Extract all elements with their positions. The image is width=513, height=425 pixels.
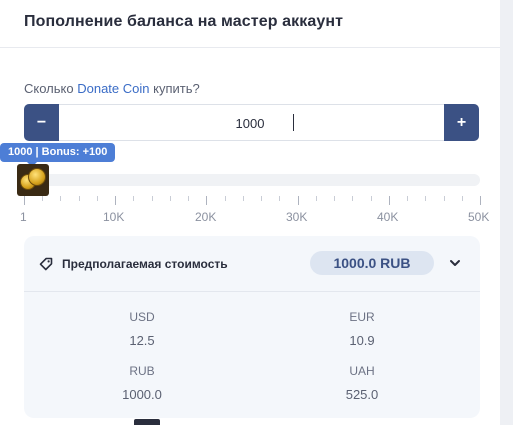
currency-usd: USD 12.5 (67, 310, 217, 348)
slider-minor-tick (334, 196, 335, 201)
cost-label: Предполагаемая стоимость (62, 257, 228, 271)
slider-minor-tick (352, 196, 353, 201)
slider-major-tick (389, 196, 390, 205)
slider-thumb[interactable] (17, 164, 49, 196)
slider-minor-tick (133, 196, 134, 201)
slider-major-tick (480, 196, 481, 205)
slider-minor-tick (97, 196, 98, 201)
slider-minor-tick (225, 196, 226, 201)
slider-minor-tick (407, 196, 408, 201)
slider-major-tick (24, 196, 25, 205)
slider-minor-tick (188, 196, 189, 201)
text-caret (293, 114, 294, 131)
slider-track[interactable] (24, 174, 480, 186)
scrollbar[interactable] (500, 0, 513, 425)
slider-minor-tick (60, 196, 61, 201)
currency-value: 1000.0 (122, 387, 162, 402)
cost-header[interactable]: Предполагаемая стоимость 1000.0 RUB (24, 236, 480, 292)
currency-rub: RUB 1000.0 (67, 364, 217, 402)
panel-header: Пополнение баланса на мастер аккаунт (0, 0, 500, 48)
currency-code: UAH (349, 364, 375, 378)
slider-minor-tick (316, 196, 317, 201)
scale-label: 30K (286, 210, 308, 224)
slider-minor-tick (444, 196, 445, 201)
slider-minor-tick (279, 196, 280, 201)
slider-minor-tick (243, 196, 244, 201)
topup-panel: Пополнение баланса на мастер аккаунт Ско… (0, 0, 500, 425)
slider-ticks (24, 196, 481, 208)
quantity-input[interactable] (65, 111, 435, 135)
scale-label: 40K (377, 210, 399, 224)
slider-major-tick (115, 196, 116, 205)
bonus-tooltip: 1000 | Bonus: +100 (0, 143, 116, 167)
slider-minor-tick (462, 196, 463, 201)
slider-minor-tick (42, 196, 43, 201)
question-suffix: купить? (153, 81, 200, 96)
page-title: Пополнение баланса на мастер аккаунт (24, 13, 344, 30)
scale-label: 10K (103, 210, 125, 224)
slider-minor-tick (170, 196, 171, 201)
quantity-stepper: − + (24, 104, 479, 141)
price-badge: 1000.0 RUB (310, 251, 434, 275)
tag-icon (39, 257, 53, 271)
gold-coin-icon (28, 168, 46, 186)
currency-code: USD (129, 310, 155, 324)
chevron-down-icon[interactable] (448, 256, 462, 270)
currency-value: 12.5 (129, 333, 155, 348)
slider-minor-tick (79, 196, 80, 201)
slider-minor-tick (152, 196, 153, 201)
scale-label: 50K (468, 210, 490, 224)
scale-label: 20K (195, 210, 217, 224)
currency-code: EUR (349, 310, 375, 324)
slider-minor-tick (371, 196, 372, 201)
quantity-question: Сколько Donate Coin купить? (24, 81, 200, 96)
slider-major-tick (298, 196, 299, 205)
currency-value: 10.9 (349, 333, 375, 348)
currency-uah: UAH 525.0 (287, 364, 437, 402)
slider-minor-tick (425, 196, 426, 201)
estimated-cost-card: Предполагаемая стоимость 1000.0 RUB USD … (24, 236, 480, 418)
currency-value: 525.0 (345, 387, 379, 402)
scale-label: 1 (20, 210, 27, 224)
increase-button[interactable]: + (444, 104, 479, 141)
decrease-button[interactable]: − (24, 104, 59, 141)
slider-major-tick (206, 196, 207, 205)
next-section-peek (134, 419, 174, 425)
currency-code: RUB (129, 364, 155, 378)
currency-eur: EUR 10.9 (287, 310, 437, 348)
slider-minor-tick (261, 196, 262, 201)
question-prefix: Сколько (24, 81, 74, 96)
donate-coin-link[interactable]: Donate Coin (77, 81, 149, 96)
